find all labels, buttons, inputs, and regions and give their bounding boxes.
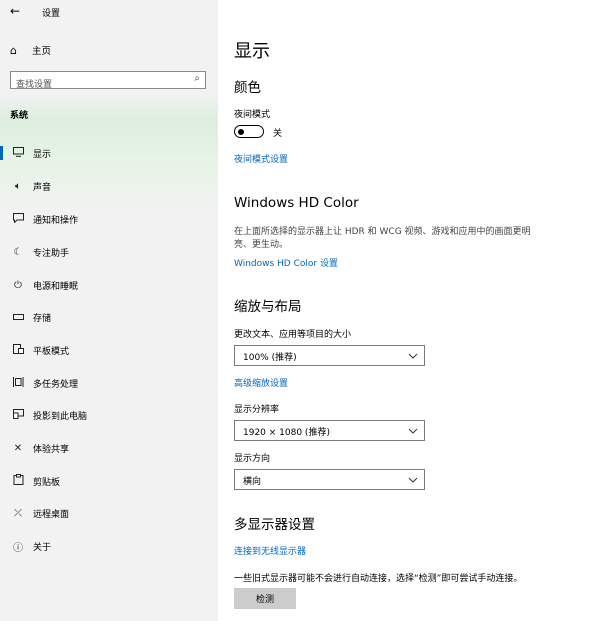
home-label: 主页 <box>32 46 52 57</box>
color-heading: 颜色 <box>234 80 261 96</box>
sidebar-item-notifications[interactable]: 通知和操作 <box>0 210 218 228</box>
sidebar-item-display[interactable]: 显示 <box>0 144 218 162</box>
storage-icon <box>11 312 25 323</box>
sidebar-item-label: 显示 <box>33 149 52 160</box>
detect-note: 一些旧式显示器可能不会进行自动连接，选择“检测”即可尝试手动连接。 <box>234 574 523 584</box>
orientation-select[interactable]: 横向 <box>234 469 425 490</box>
sidebar-item-storage[interactable]: 存储 <box>0 308 218 326</box>
sidebar-item-shared-experiences[interactable]: ✕ 体验共享 <box>0 439 218 457</box>
sidebar: ← 设置 ⌂ 主页 ⌕ 系统 显示 🔈︎ 声音 通知和操作 ☾ 专注助手 ⏻ 电… <box>0 0 218 621</box>
moon-icon: ☾ <box>13 246 23 258</box>
night-mode-toggle[interactable] <box>234 125 264 138</box>
hdr-description: 在上面所选择的显示器上让 HDR 和 WCG 视频、游戏和应用中的画面更明亮、更… <box>234 227 531 250</box>
size-select-value: 100% (推荐) <box>243 353 297 363</box>
night-mode-label: 夜间模式 <box>234 110 271 120</box>
remote-icon: ⤫ <box>14 507 22 519</box>
sidebar-item-label: 平板模式 <box>33 346 70 357</box>
clipboard-icon <box>11 474 25 488</box>
detect-button[interactable]: 检测 <box>234 588 296 609</box>
sidebar-item-label: 投影到此电脑 <box>33 411 88 422</box>
page-title: 显示 <box>234 41 270 62</box>
orientation-select-value: 横向 <box>243 477 262 487</box>
orientation-label: 显示方向 <box>234 454 271 464</box>
power-icon: ⏻ <box>14 279 22 291</box>
advanced-scaling-link[interactable]: 高级缩放设置 <box>234 376 288 389</box>
notification-icon <box>11 212 25 226</box>
sidebar-item-power[interactable]: ⏻ 电源和睡眠 <box>0 276 218 294</box>
toggle-knob <box>238 128 244 135</box>
window-title: 设置 <box>42 9 61 19</box>
home-nav[interactable]: ⌂ 主页 <box>10 42 51 58</box>
home-icon: ⌂ <box>10 43 17 57</box>
chevron-down-icon <box>408 353 418 359</box>
scale-heading: 缩放与布局 <box>234 299 302 315</box>
chevron-down-icon <box>408 428 418 434</box>
search-input[interactable] <box>11 77 186 93</box>
sidebar-item-label: 体验共享 <box>33 444 70 455</box>
size-select[interactable]: 100% (推荐) <box>234 345 425 366</box>
sidebar-item-label: 电源和睡眠 <box>33 281 79 292</box>
resolution-select[interactable]: 1920 × 1080 (推荐) <box>234 420 425 441</box>
title-bar: ← 设置 <box>0 0 218 24</box>
night-mode-settings-link[interactable]: 夜间模式设置 <box>234 152 288 165</box>
sidebar-item-sound[interactable]: 🔈︎ 声音 <box>0 177 218 195</box>
sidebar-item-label: 多任务处理 <box>33 379 79 390</box>
share-icon: ✕ <box>13 442 23 454</box>
sidebar-item-label: 通知和操作 <box>33 215 79 226</box>
project-icon <box>11 408 25 422</box>
search-icon[interactable]: ⌕ <box>194 73 200 84</box>
hdr-heading: Windows HD Color <box>234 195 359 211</box>
hdr-settings-link[interactable]: Windows HD Color 设置 <box>234 256 338 269</box>
sidebar-item-multitasking[interactable]: 多任务处理 <box>0 374 218 392</box>
sidebar-item-focus-assist[interactable]: ☾ 专注助手 <box>0 243 218 261</box>
multitask-icon <box>11 376 25 390</box>
size-label: 更改文本、应用等项目的大小 <box>234 330 352 340</box>
sidebar-item-clipboard[interactable]: 剪贴板 <box>0 472 218 490</box>
search-box[interactable]: ⌕ <box>10 71 206 93</box>
section-label: 系统 <box>10 111 29 121</box>
tablet-icon <box>11 343 25 357</box>
sidebar-item-remote-desktop[interactable]: ⤫ 远程桌面 <box>0 504 218 522</box>
sidebar-item-project[interactable]: 投影到此电脑 <box>0 406 218 424</box>
sidebar-item-label: 存储 <box>33 313 52 324</box>
sidebar-item-label: 专注助手 <box>33 248 70 259</box>
chevron-down-icon <box>408 477 418 483</box>
sidebar-item-tablet[interactable]: 平板模式 <box>0 341 218 359</box>
resolution-select-value: 1920 × 1080 (推荐) <box>243 428 330 438</box>
sidebar-item-label: 远程桌面 <box>33 509 70 520</box>
sidebar-item-label: 关于 <box>33 542 52 553</box>
multi-display-heading: 多显示器设置 <box>234 517 315 533</box>
info-icon: ⓘ <box>13 542 23 554</box>
sidebar-item-label: 剪贴板 <box>33 477 61 488</box>
resolution-label: 显示分辨率 <box>234 405 280 415</box>
sidebar-item-about[interactable]: ⓘ 关于 <box>0 537 218 555</box>
back-arrow-icon[interactable]: ← <box>10 4 20 18</box>
night-mode-state: 关 <box>273 129 283 139</box>
wireless-display-link[interactable]: 连接到无线显示器 <box>234 544 306 557</box>
monitor-icon <box>11 146 25 160</box>
sidebar-item-label: 声音 <box>33 182 52 193</box>
speaker-icon: 🔈︎ <box>15 180 21 192</box>
